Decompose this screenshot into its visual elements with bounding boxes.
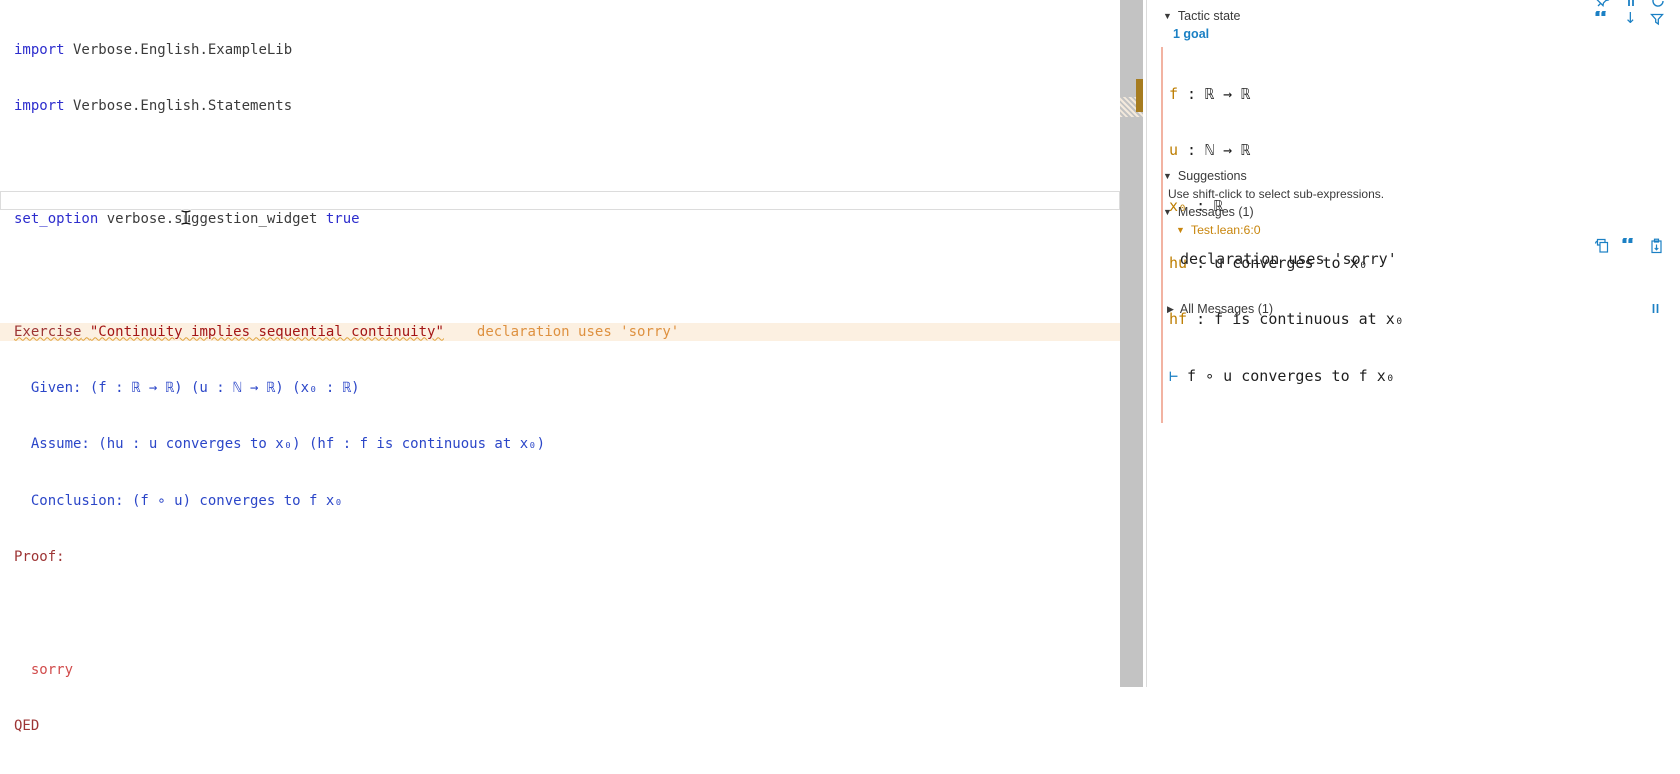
all-messages-label: All Messages (1) [1180, 302, 1273, 316]
keyword-true: true [326, 211, 360, 227]
exercise-title-string: "Continuity implies sequential continuit… [90, 324, 444, 340]
code-line-given[interactable]: Given: (f : ℝ → ℝ) (u : ℕ → ℝ) (x₀ : ℝ) [0, 379, 1146, 398]
keyword-set-option: set_option [14, 211, 98, 227]
space [81, 324, 89, 340]
code-line-cursor-blank[interactable] [0, 605, 1146, 624]
code-line-set-option[interactable]: set_option verbose.suggestion_widget tru… [0, 210, 1146, 229]
quote-message-icon[interactable]: “ [1620, 238, 1636, 253]
hypothesis-row[interactable]: f : ℝ → ℝ [1169, 85, 1404, 104]
messages-header[interactable]: ▼ Messages (1) [1163, 205, 1254, 219]
cursor-location-label: Test.lean:11:2 [1178, 0, 1255, 3]
hypothesis-name[interactable]: u [1169, 141, 1178, 159]
goal-count-badge: 1 goal [1173, 27, 1209, 41]
goal-row[interactable]: ⊢ f ∘ u converges to f x₀ [1169, 367, 1404, 386]
suggestions-label: Suggestions [1178, 169, 1247, 183]
import-path: Verbose.English.Statements [65, 98, 293, 114]
inline-diagnostic-text: declaration uses 'sorry' [477, 324, 679, 340]
pin-icon[interactable] [1596, 0, 1610, 8]
code-line-qed[interactable]: QED [0, 717, 1146, 736]
code-line-sorry[interactable]: sorry [0, 661, 1146, 680]
hypothesis-row[interactable]: u : ℕ → ℝ [1169, 141, 1404, 160]
infoview-header[interactable]: ▼ Test.lean:11:2 [1163, 0, 1255, 3]
turnstile-icon: ⊢ [1169, 367, 1178, 385]
ibeam-cursor-icon [180, 209, 192, 226]
code-line-import-1[interactable]: import Verbose.English.ExampleLib [0, 41, 1146, 60]
message-body-text: declaration uses 'sorry' [1180, 250, 1397, 268]
chevron-right-icon[interactable]: ▶ [1167, 304, 1174, 315]
current-line-highlight [0, 191, 1120, 210]
tactic-state-label: Tactic state [1178, 9, 1241, 23]
overview-ruler-error-marker[interactable] [1136, 79, 1143, 112]
chevron-down-icon[interactable]: ▼ [1163, 0, 1172, 1]
chevron-down-icon[interactable]: ▼ [1163, 11, 1172, 21]
message-location-link[interactable]: Test.lean:6:0 [1191, 223, 1261, 237]
suggestions-hint-text: Use shift-click to select sub-expression… [1168, 187, 1384, 201]
tactic-state-header[interactable]: ▼ Tactic state [1163, 9, 1240, 23]
chevron-down-icon[interactable]: ▼ [1163, 171, 1172, 181]
pause-updates-icon[interactable] [1649, 302, 1662, 315]
keyword-exercise: Exercise [14, 324, 81, 340]
option-name: verbose.suggestion_widget [98, 211, 326, 227]
hypothesis-type[interactable]: : ℝ → ℝ [1178, 85, 1250, 103]
copy-as-quote-icon[interactable]: “ [1593, 11, 1609, 26]
code-line-exercise[interactable]: Exercise "Continuity implies sequential … [0, 323, 1120, 342]
copy-message-icon[interactable] [1594, 238, 1610, 254]
hypothesis-name[interactable]: f [1169, 85, 1178, 103]
code-line-import-2[interactable]: import Verbose.English.Statements [0, 97, 1146, 116]
code-line-proof[interactable]: Proof: [0, 548, 1146, 567]
code-line-assume[interactable]: Assume: (hu : u converges to x₀) (hf : f… [0, 435, 1146, 454]
goal-expression[interactable]: f ∘ u converges to f x₀ [1178, 367, 1395, 385]
goto-down-arrow-icon[interactable]: ↓ [1624, 11, 1637, 26]
refresh-icon[interactable] [1651, 0, 1665, 8]
code-line-blank[interactable] [0, 266, 1146, 285]
filter-icon[interactable] [1650, 13, 1664, 26]
pause-icon[interactable] [1624, 0, 1638, 8]
clipboard-icon[interactable] [1649, 238, 1664, 254]
import-path: Verbose.English.ExampleLib [65, 42, 293, 58]
code-line-conclusion[interactable]: Conclusion: (f ∘ u) converges to f x₀ [0, 492, 1146, 511]
editor-scrollbar[interactable] [1120, 0, 1143, 687]
lean-infoview-panel: ▼ Test.lean:11:2 ▼ Tactic state “ ↓ 1 go… [1147, 0, 1680, 687]
hypothesis-type[interactable]: : ℕ → ℝ [1178, 141, 1250, 159]
keyword-import: import [14, 42, 65, 58]
message-location-row[interactable]: ▼ Test.lean:6:0 [1176, 223, 1261, 237]
code-editor[interactable]: gy import Verbose.English.ExampleLib imp… [0, 0, 1146, 687]
chevron-down-icon[interactable]: ▼ [1163, 207, 1172, 217]
messages-label: Messages (1) [1178, 205, 1254, 219]
suggestions-header[interactable]: ▼ Suggestions [1163, 169, 1247, 183]
all-messages-header[interactable]: ▶ All Messages (1) [1167, 302, 1273, 316]
code-lines: import Verbose.English.ExampleLib import… [0, 3, 1146, 774]
code-line-blank[interactable] [0, 153, 1146, 172]
chevron-down-icon[interactable]: ▼ [1176, 225, 1185, 235]
keyword-import: import [14, 98, 65, 114]
error-squiggle-span: Exercise "Continuity implies sequential … [14, 324, 444, 340]
lean-vscode-workbench: { "editor": { "clipped_fragment": "gy", … [0, 0, 1680, 687]
